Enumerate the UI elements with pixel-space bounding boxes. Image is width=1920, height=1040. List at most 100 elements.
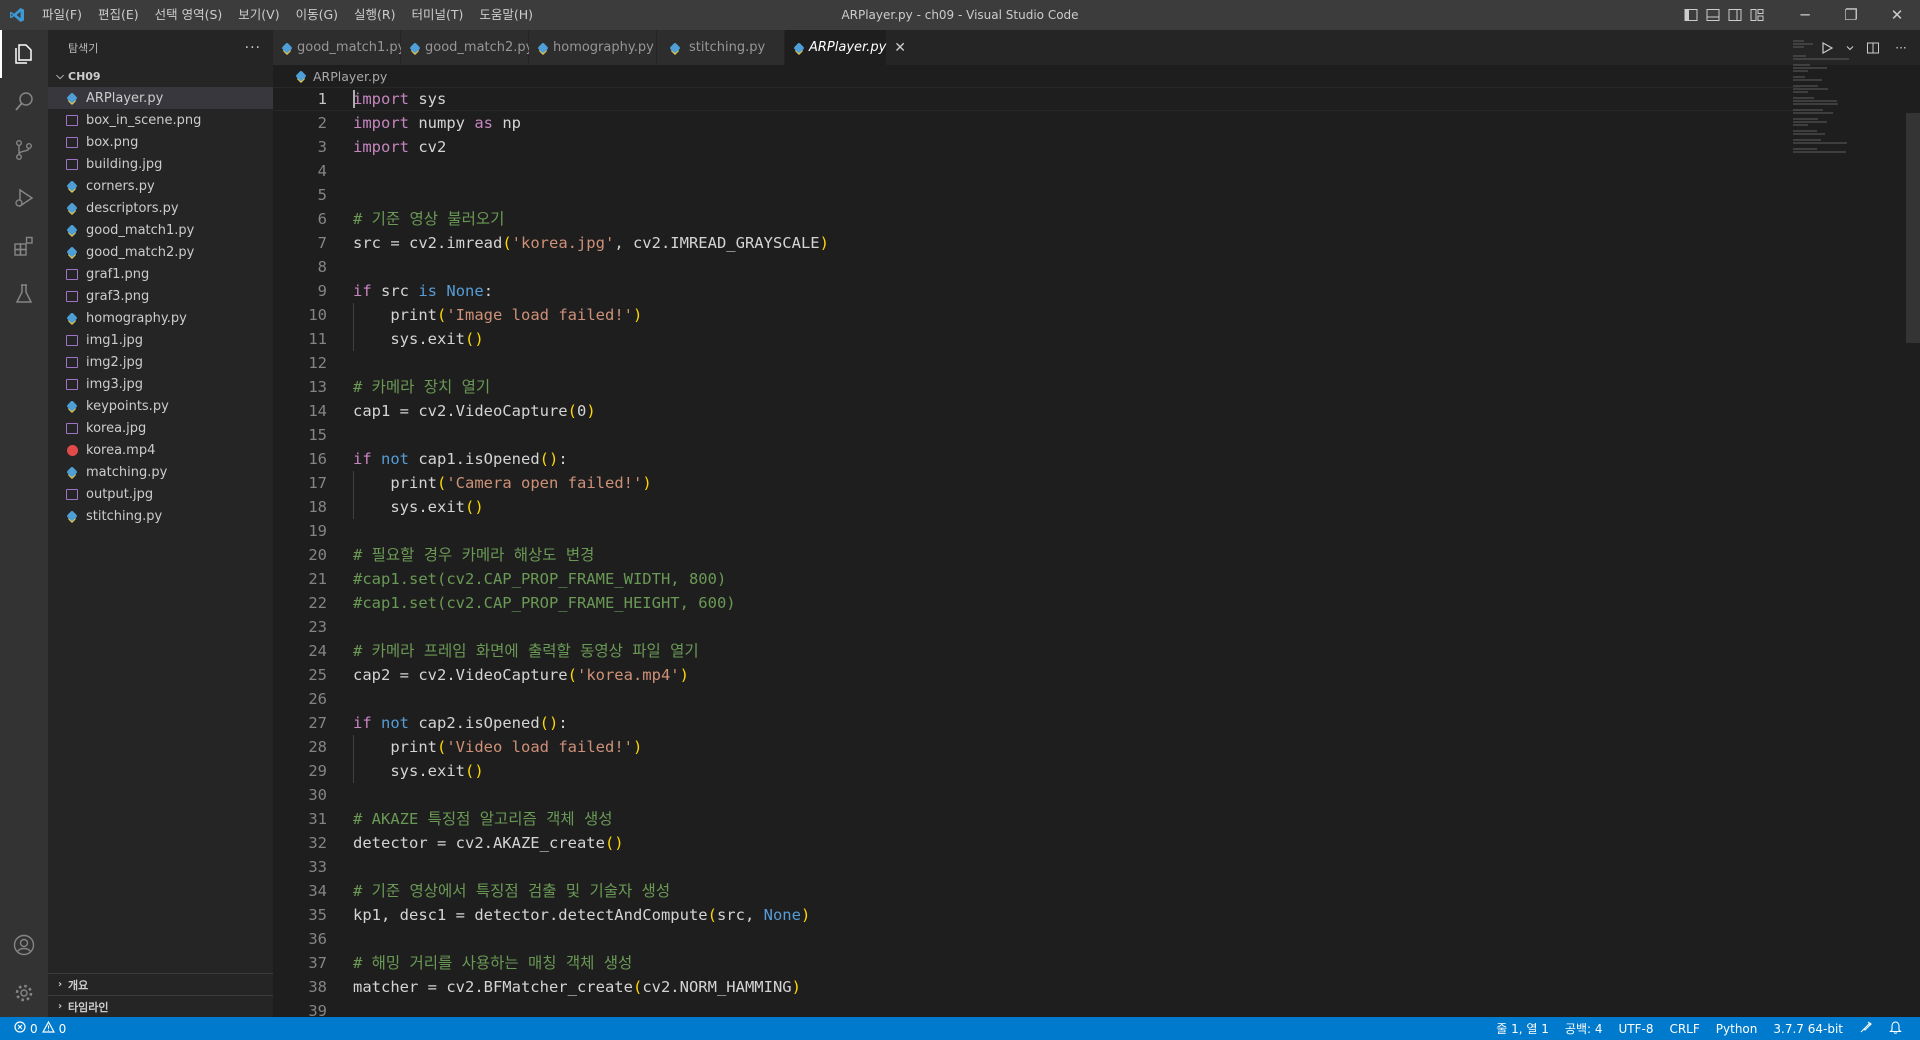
toggle-primary-sidebar-icon[interactable] bbox=[1680, 0, 1702, 30]
code-line[interactable]: 39 bbox=[273, 999, 1920, 1017]
code-line[interactable]: 28 print('Video load failed!') bbox=[273, 735, 1920, 759]
code-line[interactable]: 24 # 카메라 프레임 화면에 출력할 동영상 파일 열기 bbox=[273, 639, 1920, 663]
file-item[interactable]: good_match2.py bbox=[48, 241, 273, 263]
code-line[interactable]: 36 bbox=[273, 927, 1920, 951]
notifications-bell-icon[interactable] bbox=[1881, 1020, 1910, 1037]
timeline-section[interactable]: › 타임라인 bbox=[48, 995, 273, 1017]
account-icon[interactable] bbox=[0, 921, 48, 969]
code-line[interactable]: 17 print('Camera open failed!') bbox=[273, 471, 1920, 495]
code-line[interactable]: 8 bbox=[273, 255, 1920, 279]
code-line[interactable]: 20 # 필요할 경우 카메라 해상도 변경 bbox=[273, 543, 1920, 567]
extensions-icon[interactable] bbox=[0, 222, 48, 270]
code-line[interactable]: 7 src = cv2.imread('korea.jpg', cv2.IMREA… bbox=[273, 231, 1920, 255]
menu-item[interactable]: 도움말(H) bbox=[471, 0, 541, 30]
encoding[interactable]: UTF-8 bbox=[1610, 1022, 1661, 1036]
python-interpreter[interactable]: 3.7.7 64-bit bbox=[1765, 1022, 1851, 1036]
file-item[interactable]: matching.py bbox=[48, 461, 273, 483]
code-line[interactable]: 35 kp1, desc1 = detector.detectAndCompute… bbox=[273, 903, 1920, 927]
file-item[interactable]: stitching.py bbox=[48, 505, 273, 527]
code-line[interactable]: 34 # 기준 영상에서 특징점 검출 및 기술자 생성 bbox=[273, 879, 1920, 903]
code-line[interactable]: 4 bbox=[273, 159, 1920, 183]
code-line[interactable]: 37 # 해밍 거리를 사용하는 매칭 객체 생성 bbox=[273, 951, 1920, 975]
breadcrumb[interactable]: ARPlayer.py bbox=[273, 65, 1920, 87]
source-control-icon[interactable] bbox=[0, 126, 48, 174]
tab-good-match2[interactable]: good_match2.py bbox=[401, 30, 533, 65]
scrollbar-thumb[interactable] bbox=[1906, 113, 1920, 343]
more-actions-icon[interactable]: ··· bbox=[245, 40, 261, 56]
close-window-button[interactable]: ✕ bbox=[1874, 0, 1920, 30]
toggle-panel-icon[interactable] bbox=[1702, 0, 1724, 30]
feedback-icon[interactable] bbox=[1851, 1020, 1881, 1037]
code-line[interactable]: 13 # 카메라 장치 열기 bbox=[273, 375, 1920, 399]
testing-icon[interactable] bbox=[0, 270, 48, 318]
vertical-scrollbar[interactable] bbox=[1906, 65, 1920, 1017]
tab-good-match1[interactable]: good_match1.py bbox=[273, 30, 405, 65]
settings-gear-icon[interactable] bbox=[0, 969, 48, 1017]
customize-layout-icon[interactable] bbox=[1746, 0, 1768, 30]
code-line[interactable]: 1 import sys bbox=[273, 87, 1920, 111]
code-line[interactable]: 25 cap2 = cv2.VideoCapture('korea.mp4') bbox=[273, 663, 1920, 687]
code-line[interactable]: 2 import numpy as np bbox=[273, 111, 1920, 135]
file-item[interactable]: keypoints.py bbox=[48, 395, 273, 417]
code-line[interactable]: 3 import cv2 bbox=[273, 135, 1920, 159]
folder-ch09[interactable]: ⌵ CH09 bbox=[48, 65, 273, 87]
menu-item[interactable]: 터미널(T) bbox=[404, 0, 472, 30]
code-line[interactable]: 31 # AKAZE 특징점 알고리즘 객체 생성 bbox=[273, 807, 1920, 831]
close-tab-icon[interactable]: ✕ bbox=[894, 40, 906, 56]
file-item[interactable]: box_in_scene.png bbox=[48, 109, 273, 131]
code-line[interactable]: 10 print('Image load failed!') bbox=[273, 303, 1920, 327]
file-item[interactable]: output.jpg bbox=[48, 483, 273, 505]
code-line[interactable]: 15 bbox=[273, 423, 1920, 447]
code-line[interactable]: 19 bbox=[273, 519, 1920, 543]
menu-item[interactable]: 이동(G) bbox=[288, 0, 346, 30]
code-line[interactable]: 30 bbox=[273, 783, 1920, 807]
tab-stitching[interactable]: stitching.py bbox=[657, 30, 785, 65]
menu-item[interactable]: 선택 영역(S) bbox=[147, 0, 231, 30]
file-item[interactable]: building.jpg bbox=[48, 153, 273, 175]
code-line[interactable]: 18 sys.exit() bbox=[273, 495, 1920, 519]
run-debug-icon[interactable] bbox=[0, 174, 48, 222]
code-line[interactable]: 26 bbox=[273, 687, 1920, 711]
menu-item[interactable]: 보기(V) bbox=[230, 0, 287, 30]
breadcrumb-file[interactable]: ARPlayer.py bbox=[313, 69, 387, 84]
code-line[interactable]: 29 sys.exit() bbox=[273, 759, 1920, 783]
language-mode[interactable]: Python bbox=[1708, 1022, 1766, 1036]
file-item[interactable]: graf1.png bbox=[48, 263, 273, 285]
minimap[interactable] bbox=[1793, 40, 1913, 230]
file-item[interactable]: img3.jpg bbox=[48, 373, 273, 395]
file-item[interactable]: homography.py bbox=[48, 307, 273, 329]
code-line[interactable]: 6 # 기준 영상 불러오기 bbox=[273, 207, 1920, 231]
code-line[interactable]: 12 bbox=[273, 351, 1920, 375]
problems-indicator[interactable]: 0 0 bbox=[0, 1020, 66, 1036]
file-item[interactable]: ARPlayer.py bbox=[48, 87, 273, 109]
menu-item[interactable]: 실행(R) bbox=[346, 0, 403, 30]
file-item[interactable]: korea.mp4 bbox=[48, 439, 273, 461]
code-line[interactable]: 9 if src is None: bbox=[273, 279, 1920, 303]
code-line[interactable]: 38 matcher = cv2.BFMatcher_create(cv2.NOR… bbox=[273, 975, 1920, 999]
code-line[interactable]: 14 cap1 = cv2.VideoCapture(0) bbox=[273, 399, 1920, 423]
file-item[interactable]: korea.jpg bbox=[48, 417, 273, 439]
code-line[interactable]: 5 bbox=[273, 183, 1920, 207]
toggle-secondary-sidebar-icon[interactable] bbox=[1724, 0, 1746, 30]
code-line[interactable]: 33 bbox=[273, 855, 1920, 879]
indentation[interactable]: 공백: 4 bbox=[1557, 1020, 1611, 1037]
explorer-icon[interactable] bbox=[0, 30, 48, 78]
code-line[interactable]: 27 if not cap2.isOpened(): bbox=[273, 711, 1920, 735]
code-line[interactable]: 22 #cap1.set(cv2.CAP_PROP_FRAME_HEIGHT, 6… bbox=[273, 591, 1920, 615]
file-item[interactable]: graf3.png bbox=[48, 285, 273, 307]
code-line[interactable]: 16 if not cap1.isOpened(): bbox=[273, 447, 1920, 471]
menu-item[interactable]: 파일(F) bbox=[34, 0, 90, 30]
tab-arplayer[interactable]: ARPlayer.py ✕ bbox=[785, 30, 906, 65]
menu-item[interactable]: 편집(E) bbox=[90, 0, 147, 30]
code-editor[interactable]: 1 import sys 2 import numpy as np 3 import cv… bbox=[273, 87, 1920, 1017]
file-item[interactable]: corners.py bbox=[48, 175, 273, 197]
tab-homography[interactable]: homography.py bbox=[529, 30, 657, 65]
search-icon[interactable] bbox=[0, 78, 48, 126]
file-item[interactable]: box.png bbox=[48, 131, 273, 153]
minimize-button[interactable]: ─ bbox=[1782, 0, 1828, 30]
code-line[interactable]: 21 #cap1.set(cv2.CAP_PROP_FRAME_WIDTH, 80… bbox=[273, 567, 1920, 591]
restore-button[interactable]: ❐ bbox=[1828, 0, 1874, 30]
code-line[interactable]: 23 bbox=[273, 615, 1920, 639]
end-of-line[interactable]: CRLF bbox=[1661, 1022, 1707, 1036]
file-item[interactable]: img1.jpg bbox=[48, 329, 273, 351]
